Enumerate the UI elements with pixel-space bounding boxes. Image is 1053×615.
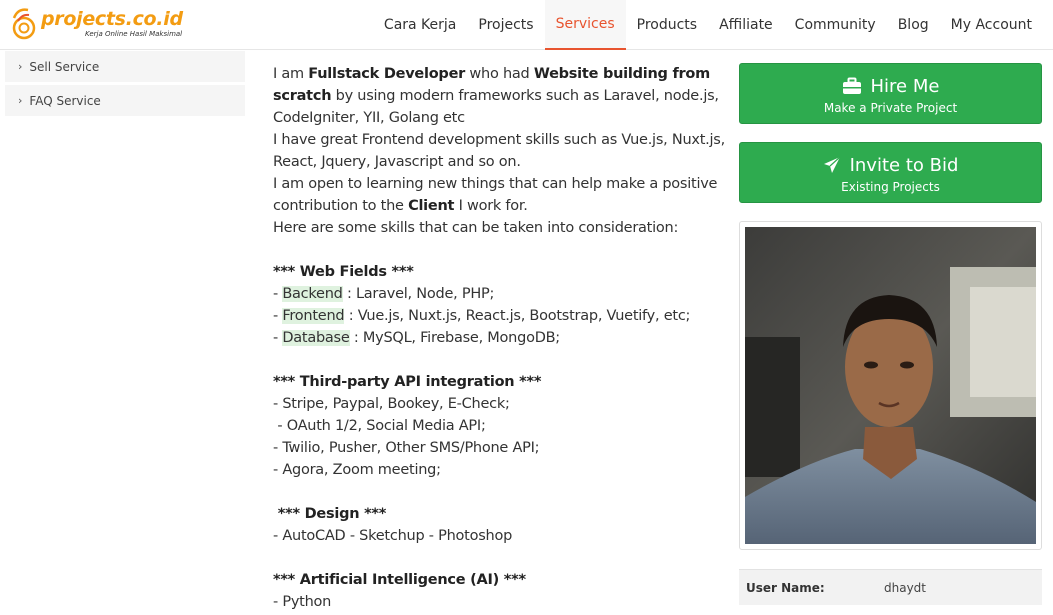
- invite-to-bid-button[interactable]: Invite to Bid Existing Projects: [739, 142, 1042, 203]
- sidebar-item-faq-service[interactable]: › FAQ Service: [5, 85, 245, 116]
- logo-emblem-icon: [12, 8, 36, 40]
- nav-item-projects[interactable]: Projects: [467, 0, 544, 50]
- nav-item-products[interactable]: Products: [626, 0, 708, 50]
- site-logo[interactable]: projects.co.id Kerja Online Hasil Maksim…: [10, 6, 185, 44]
- sidebar-item-label: Sell Service: [29, 59, 100, 74]
- invite-to-bid-title: Invite to Bid: [849, 154, 959, 176]
- intro-line-6: I am open to learning new things that ca…: [273, 176, 718, 192]
- intro-line-5: React, Jquery, Javascript and so on.: [273, 154, 521, 170]
- design-item: - AutoCAD - Sketchup - Photoshop: [273, 528, 513, 544]
- profile-photo: [745, 227, 1036, 544]
- intro-line-8: Here are some skills that can be taken i…: [273, 220, 679, 236]
- sidebar-item-label: FAQ Service: [29, 93, 101, 108]
- invite-to-bid-subtitle: Existing Projects: [841, 180, 940, 194]
- chevron-right-icon: ›: [18, 60, 23, 73]
- username-label: User Name:: [746, 581, 825, 595]
- top-navbar: projects.co.id Kerja Online Hasil Maksim…: [0, 0, 1053, 50]
- api-item: - OAuth 1/2, Social Media API;: [273, 418, 486, 434]
- logo-wordmark: projects.co.id: [41, 8, 183, 30]
- web-field-item: - Database : MySQL, Firebase, MongoDB;: [273, 330, 560, 346]
- intro-line-4: I have great Frontend development skills…: [273, 132, 725, 148]
- username-value: dhaydt: [884, 581, 926, 595]
- web-field-item: - Backend : Laravel, Node, PHP;: [273, 286, 495, 302]
- sidebar-item-sell-service[interactable]: › Sell Service: [5, 51, 245, 82]
- service-description: I am Fullstack Developer who had Website…: [273, 63, 725, 613]
- nav-item-cara-kerja[interactable]: Cara Kerja: [373, 0, 467, 50]
- design-heading: *** Design ***: [273, 506, 387, 522]
- logo-tagline: Kerja Online Hasil Maksimal: [85, 30, 183, 38]
- intro-line-3: CodeIgniter, YII, Golang etc: [273, 110, 465, 126]
- hire-me-subtitle: Make a Private Project: [823, 101, 958, 115]
- hire-me-button[interactable]: Hire Me Make a Private Project: [739, 63, 1042, 124]
- ai-heading: *** Artificial Intelligence (AI) ***: [273, 572, 526, 588]
- intro-line-1: I am Fullstack Developer who had Website…: [273, 66, 710, 82]
- profile-photo-frame: [739, 221, 1042, 550]
- main-nav: Cara Kerja Projects Services Products Af…: [373, 0, 1043, 50]
- nav-item-my-account[interactable]: My Account: [940, 0, 1043, 50]
- nav-item-services[interactable]: Services: [544, 0, 626, 50]
- nav-item-blog[interactable]: Blog: [887, 0, 940, 50]
- nav-item-community[interactable]: Community: [784, 0, 887, 50]
- api-heading: *** Third-party API integration ***: [273, 374, 542, 390]
- paper-plane-icon: [823, 156, 840, 173]
- api-item: - Stripe, Paypal, Bookey, E-Check;: [273, 396, 510, 412]
- api-item: - Agora, Zoom meeting;: [273, 462, 441, 478]
- api-item: - Twilio, Pusher, Other SMS/Phone API;: [273, 440, 540, 456]
- username-row: User Name: dhaydt: [739, 569, 1042, 605]
- web-fields-heading: *** Web Fields ***: [273, 264, 414, 280]
- ai-item: - Python: [273, 594, 332, 610]
- briefcase-icon: [842, 77, 861, 94]
- web-field-item: - Frontend : Vue.js, Nuxt.js, React.js, …: [273, 308, 691, 324]
- intro-line-2: scratch by using modern frameworks such …: [273, 88, 719, 104]
- nav-item-affiliate[interactable]: Affiliate: [708, 0, 784, 50]
- intro-line-7: contribution to the Client I work for.: [273, 198, 528, 214]
- hire-me-title: Hire Me: [870, 75, 940, 97]
- chevron-right-icon: ›: [18, 94, 23, 107]
